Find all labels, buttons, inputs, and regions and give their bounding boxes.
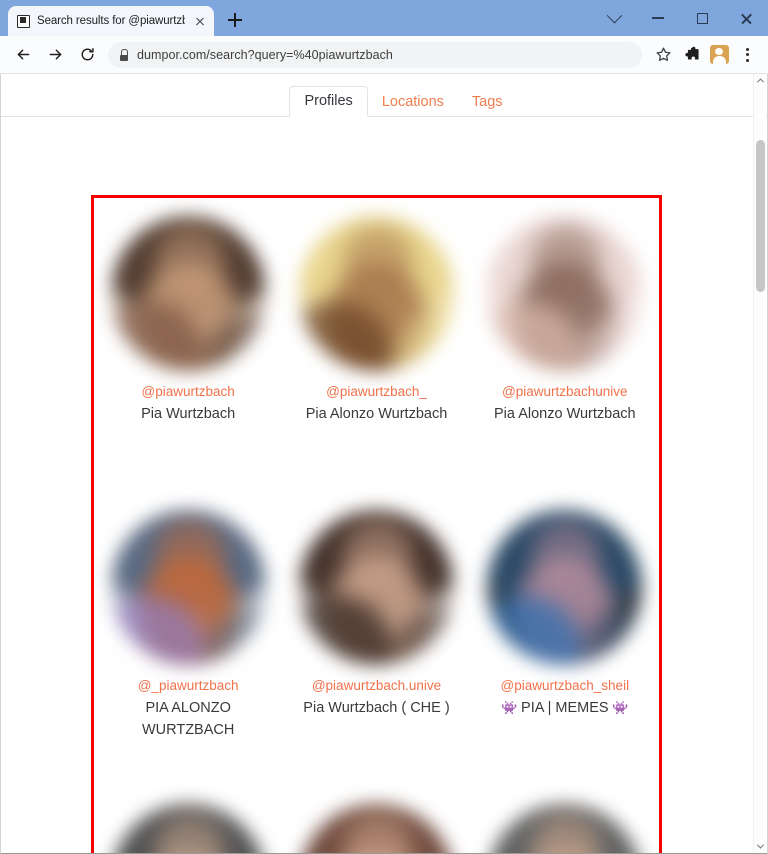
profile-card[interactable]: @piawurtzbachunive Pia Alonzo Wurtzbach [471,198,659,492]
tab-locations-label: Locations [381,93,444,110]
profile-card[interactable] [471,786,659,853]
avatar-blur-shape [154,520,225,590]
memes-emoji-icon: 👾 [501,700,522,716]
profile-handle[interactable]: @piawurtzbach_sheil [501,677,630,695]
profile-results-grid: @piawurtzbach Pia Wurtzbach @piawurtzbach_… [94,198,659,853]
lock-icon[interactable] [118,48,129,61]
profile-handle[interactable]: @piawurtzbach.unive [312,677,441,695]
profile-handle[interactable]: @piawurtzbach [142,383,235,401]
profile-fullname: PIA ALONZO WURTZBACH [141,700,235,738]
forward-button[interactable] [40,40,70,70]
browser-tab-title: Search results for @piawurtzbach [37,15,185,27]
browser-titlebar: Search results for @piawurtzbach [0,0,768,36]
profile-avatar[interactable] [487,216,643,371]
minimize-icon [652,17,664,19]
profile-handle[interactable]: @piawurtzbachunive [502,383,628,401]
tab-tags-label: Tags [471,93,503,110]
scroll-down-arrow-icon[interactable] [754,840,766,853]
profile-fullname-text: PIA | MEMES [521,700,609,717]
profile-avatar[interactable] [298,804,454,853]
profile-card[interactable]: @piawurtzbach_ Pia Alonzo Wurtzbach [282,198,470,492]
page-favicon-icon [17,14,30,28]
page-viewport: Profiles Locations Tags @piawurtzbach Pia… [0,74,768,854]
profile-avatar[interactable] [110,804,266,853]
chevron-down-icon [606,7,622,23]
close-tab-icon[interactable] [192,13,208,29]
profile-avatar[interactable] [110,510,266,665]
page-scrollbar[interactable] [753,74,766,853]
profile-avatar-icon [709,45,729,64]
tab-profiles-label: Profiles [304,92,353,109]
browser-toolbar: dumpor.com/search?query=%40piawurtzbach [0,36,768,74]
profile-card[interactable]: @_piawurtzbach PIA ALONZO WURTZBACH [94,492,282,786]
avatar-blur-shape [531,520,602,590]
profile-fullname: 👾 PIA | MEMES 👾 [501,698,628,720]
maximize-icon [696,12,708,24]
profile-button[interactable] [706,42,732,68]
tab-tags[interactable]: Tags [458,88,517,118]
profile-avatar[interactable] [298,510,454,665]
close-window-button[interactable] [724,2,768,34]
profile-fullname: Pia Alonzo Wurtzbach [494,406,636,423]
address-bar[interactable]: dumpor.com/search?query=%40piawurtzbach [108,41,642,68]
profile-handle[interactable]: @_piawurtzbach [138,677,239,695]
avatar-blur-shape [342,520,413,590]
avatar-blur-shape [531,226,602,296]
profile-avatar[interactable] [298,216,454,371]
puzzle-piece-icon [684,46,699,60]
profile-card[interactable]: @piawurtzbach.unive Pia Wurtzbach ( CHE ) [282,492,470,786]
profile-avatar[interactable] [110,216,266,371]
browser-window: Search results for @piawurtzbach [0,0,768,854]
address-bar-url: dumpor.com/search?query=%40piawurtzbach [137,47,393,62]
kebab-menu-icon [739,47,755,63]
bookmark-star-button[interactable] [650,42,676,68]
profile-handle[interactable]: @piawurtzbach_ [326,383,427,401]
tab-locations[interactable]: Locations [368,88,458,118]
profile-fullname: Pia Alonzo Wurtzbach [305,406,448,423]
reload-button[interactable] [72,40,102,70]
profile-card[interactable]: @piawurtzbach Pia Wurtzbach [94,198,282,492]
arrow-left-icon [17,49,29,60]
profile-card[interactable] [94,786,282,853]
chrome-menu-button[interactable] [734,42,760,68]
tab-search-button[interactable] [592,2,636,34]
new-tab-button[interactable] [221,6,249,34]
memes-emoji-icon: 👾 [608,700,629,716]
star-icon [655,47,671,61]
web-page: Profiles Locations Tags @piawurtzbach Pia… [1,74,767,853]
avatar-blur-shape [342,226,413,296]
close-icon [740,12,753,25]
extensions-button[interactable] [678,42,704,68]
arrow-right-icon [49,49,61,60]
maximize-button[interactable] [680,2,724,34]
back-button[interactable] [8,40,38,70]
profile-card[interactable]: @piawurtzbach_sheil 👾 PIA | MEMES 👾 [471,492,659,786]
avatar-blur-shape [154,226,225,296]
site-tab-nav: Profiles Locations Tags [1,82,767,117]
tab-profiles[interactable]: Profiles [289,85,368,117]
scrollbar-thumb[interactable] [756,140,765,292]
profile-card[interactable] [282,786,470,853]
profile-avatar[interactable] [487,510,643,665]
profile-fullname: Pia Wurtzbach ( CHE ) [303,700,450,717]
tab-strip: Search results for @piawurtzbach [0,0,249,36]
browser-tab[interactable]: Search results for @piawurtzbach [8,6,214,36]
profile-fullname: Pia Wurtzbach [141,406,236,423]
scroll-up-arrow-icon[interactable] [754,74,766,87]
reload-icon [81,47,94,61]
window-controls [592,0,768,36]
profile-avatar[interactable] [487,804,643,853]
minimize-button[interactable] [636,2,680,34]
